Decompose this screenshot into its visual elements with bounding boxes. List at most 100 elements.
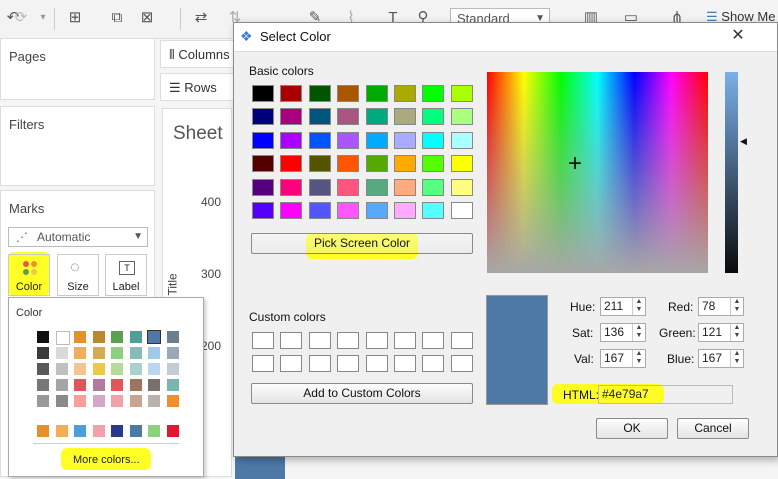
palette-swatch[interactable] xyxy=(37,425,49,437)
basic-color-swatch[interactable] xyxy=(308,85,331,102)
custom-color-swatch[interactable] xyxy=(337,332,360,349)
custom-color-swatch[interactable] xyxy=(308,332,331,349)
basic-color-swatch[interactable] xyxy=(252,202,274,219)
palette-swatch[interactable] xyxy=(147,330,161,344)
size-button[interactable]: ◌ Size xyxy=(57,254,99,296)
palette-swatch[interactable] xyxy=(92,363,105,375)
close-icon[interactable]: ✕ xyxy=(715,23,761,49)
custom-color-swatch[interactable] xyxy=(365,355,388,372)
palette-swatch[interactable] xyxy=(74,379,86,391)
palette-swatch[interactable] xyxy=(37,363,49,375)
palette-swatch[interactable] xyxy=(111,331,123,343)
basic-color-swatch[interactable] xyxy=(337,155,360,173)
mark-type-select[interactable]: ⋰ Automatic ▼ xyxy=(8,227,148,247)
value-slider[interactable] xyxy=(725,72,738,273)
cancel-button[interactable]: Cancel xyxy=(677,418,749,439)
palette-swatch[interactable] xyxy=(74,347,86,359)
palette-swatch[interactable] xyxy=(74,363,86,375)
basic-color-swatch[interactable] xyxy=(394,131,416,149)
palette-swatch[interactable] xyxy=(166,363,179,375)
palette-swatch[interactable] xyxy=(55,331,70,345)
palette-swatch[interactable] xyxy=(129,363,142,375)
dropdown-icon[interactable]: ▾ xyxy=(34,9,52,27)
duplicate-sheet-icon[interactable]: ⧉ xyxy=(108,9,126,27)
palette-swatch[interactable] xyxy=(92,347,105,359)
palette-swatch[interactable] xyxy=(74,395,86,407)
basic-color-swatch[interactable] xyxy=(252,85,274,102)
palette-swatch[interactable] xyxy=(55,425,68,437)
slider-arrow-icon[interactable]: ◀ xyxy=(740,136,747,147)
palette-swatch[interactable] xyxy=(111,425,123,437)
palette-swatch[interactable] xyxy=(92,395,105,407)
basic-color-swatch[interactable] xyxy=(450,178,473,196)
palette-swatch[interactable] xyxy=(55,379,68,391)
palette-swatch[interactable] xyxy=(129,347,142,359)
palette-swatch[interactable] xyxy=(111,347,123,359)
blue-spinbox[interactable]: 167 ▲ ▼ xyxy=(698,349,744,368)
basic-color-swatch[interactable] xyxy=(365,178,388,196)
palette-swatch[interactable] xyxy=(148,425,160,437)
basic-color-swatch[interactable] xyxy=(394,85,416,102)
basic-color-swatch[interactable] xyxy=(337,108,360,126)
swap-icon[interactable]: ⇄ xyxy=(192,9,210,27)
custom-color-swatch[interactable] xyxy=(280,355,303,372)
basic-color-swatch[interactable] xyxy=(252,108,274,126)
palette-swatch[interactable] xyxy=(111,363,123,375)
palette-swatch[interactable] xyxy=(148,363,160,375)
palette-swatch[interactable] xyxy=(92,331,105,343)
palette-swatch[interactable] xyxy=(166,379,179,391)
basic-color-swatch[interactable] xyxy=(308,202,331,219)
palette-swatch[interactable] xyxy=(111,379,123,391)
redo-icon[interactable]: ⟳ xyxy=(12,9,30,27)
basic-color-swatch[interactable] xyxy=(450,155,473,173)
basic-color-swatch[interactable] xyxy=(337,202,360,219)
palette-swatch[interactable] xyxy=(111,395,123,407)
palette-swatch[interactable] xyxy=(148,379,160,391)
basic-color-swatch[interactable] xyxy=(280,108,303,126)
basic-color-swatch[interactable] xyxy=(450,108,473,126)
basic-color-swatch[interactable] xyxy=(394,155,416,173)
custom-color-swatch[interactable] xyxy=(365,332,388,349)
palette-swatch[interactable] xyxy=(37,347,49,359)
palette-swatch[interactable] xyxy=(129,331,142,343)
basic-color-swatch[interactable] xyxy=(337,131,360,149)
palette-swatch[interactable] xyxy=(166,395,179,407)
palette-swatch[interactable] xyxy=(55,347,68,359)
palette-swatch[interactable] xyxy=(148,347,160,359)
palette-swatch[interactable] xyxy=(129,395,142,407)
html-input[interactable]: #4e79a7 xyxy=(598,385,733,404)
basic-color-swatch[interactable] xyxy=(308,131,331,149)
palette-swatch[interactable] xyxy=(74,331,86,343)
basic-color-swatch[interactable] xyxy=(337,178,360,196)
palette-swatch[interactable] xyxy=(55,395,68,407)
basic-color-swatch[interactable] xyxy=(422,85,445,102)
basic-color-swatch[interactable] xyxy=(365,131,388,149)
basic-color-swatch[interactable] xyxy=(365,108,388,126)
basic-color-swatch[interactable] xyxy=(280,155,303,173)
palette-swatch[interactable] xyxy=(129,379,142,391)
palette-swatch[interactable] xyxy=(129,425,142,437)
basic-color-swatch[interactable] xyxy=(308,155,331,173)
palette-swatch[interactable] xyxy=(166,347,179,359)
label-button[interactable]: T Label xyxy=(105,254,147,296)
rows-shelf[interactable]: ☰ Rows xyxy=(160,73,240,101)
basic-color-swatch[interactable] xyxy=(280,178,303,196)
basic-color-swatch[interactable] xyxy=(422,155,445,173)
red-spinbox[interactable]: 78 ▲ ▼ xyxy=(698,297,744,316)
custom-color-swatch[interactable] xyxy=(394,332,416,349)
custom-color-swatch[interactable] xyxy=(337,355,360,372)
palette-swatch[interactable] xyxy=(37,379,49,391)
palette-swatch[interactable] xyxy=(74,425,86,437)
custom-color-swatch[interactable] xyxy=(450,355,473,372)
add-custom-colors-button[interactable]: Add to Custom Colors xyxy=(251,383,473,404)
palette-swatch[interactable] xyxy=(37,331,49,343)
basic-color-swatch[interactable] xyxy=(422,202,445,219)
custom-color-swatch[interactable] xyxy=(450,332,473,349)
basic-color-swatch[interactable] xyxy=(280,202,303,219)
clear-sheet-icon[interactable]: ⊠ xyxy=(138,9,156,27)
basic-color-swatch[interactable] xyxy=(450,202,473,219)
color-spectrum[interactable]: + xyxy=(487,72,708,273)
sat-spinbox[interactable]: 136 ▲ ▼ xyxy=(600,323,646,342)
basic-color-swatch[interactable] xyxy=(252,131,274,149)
basic-color-swatch[interactable] xyxy=(280,131,303,149)
